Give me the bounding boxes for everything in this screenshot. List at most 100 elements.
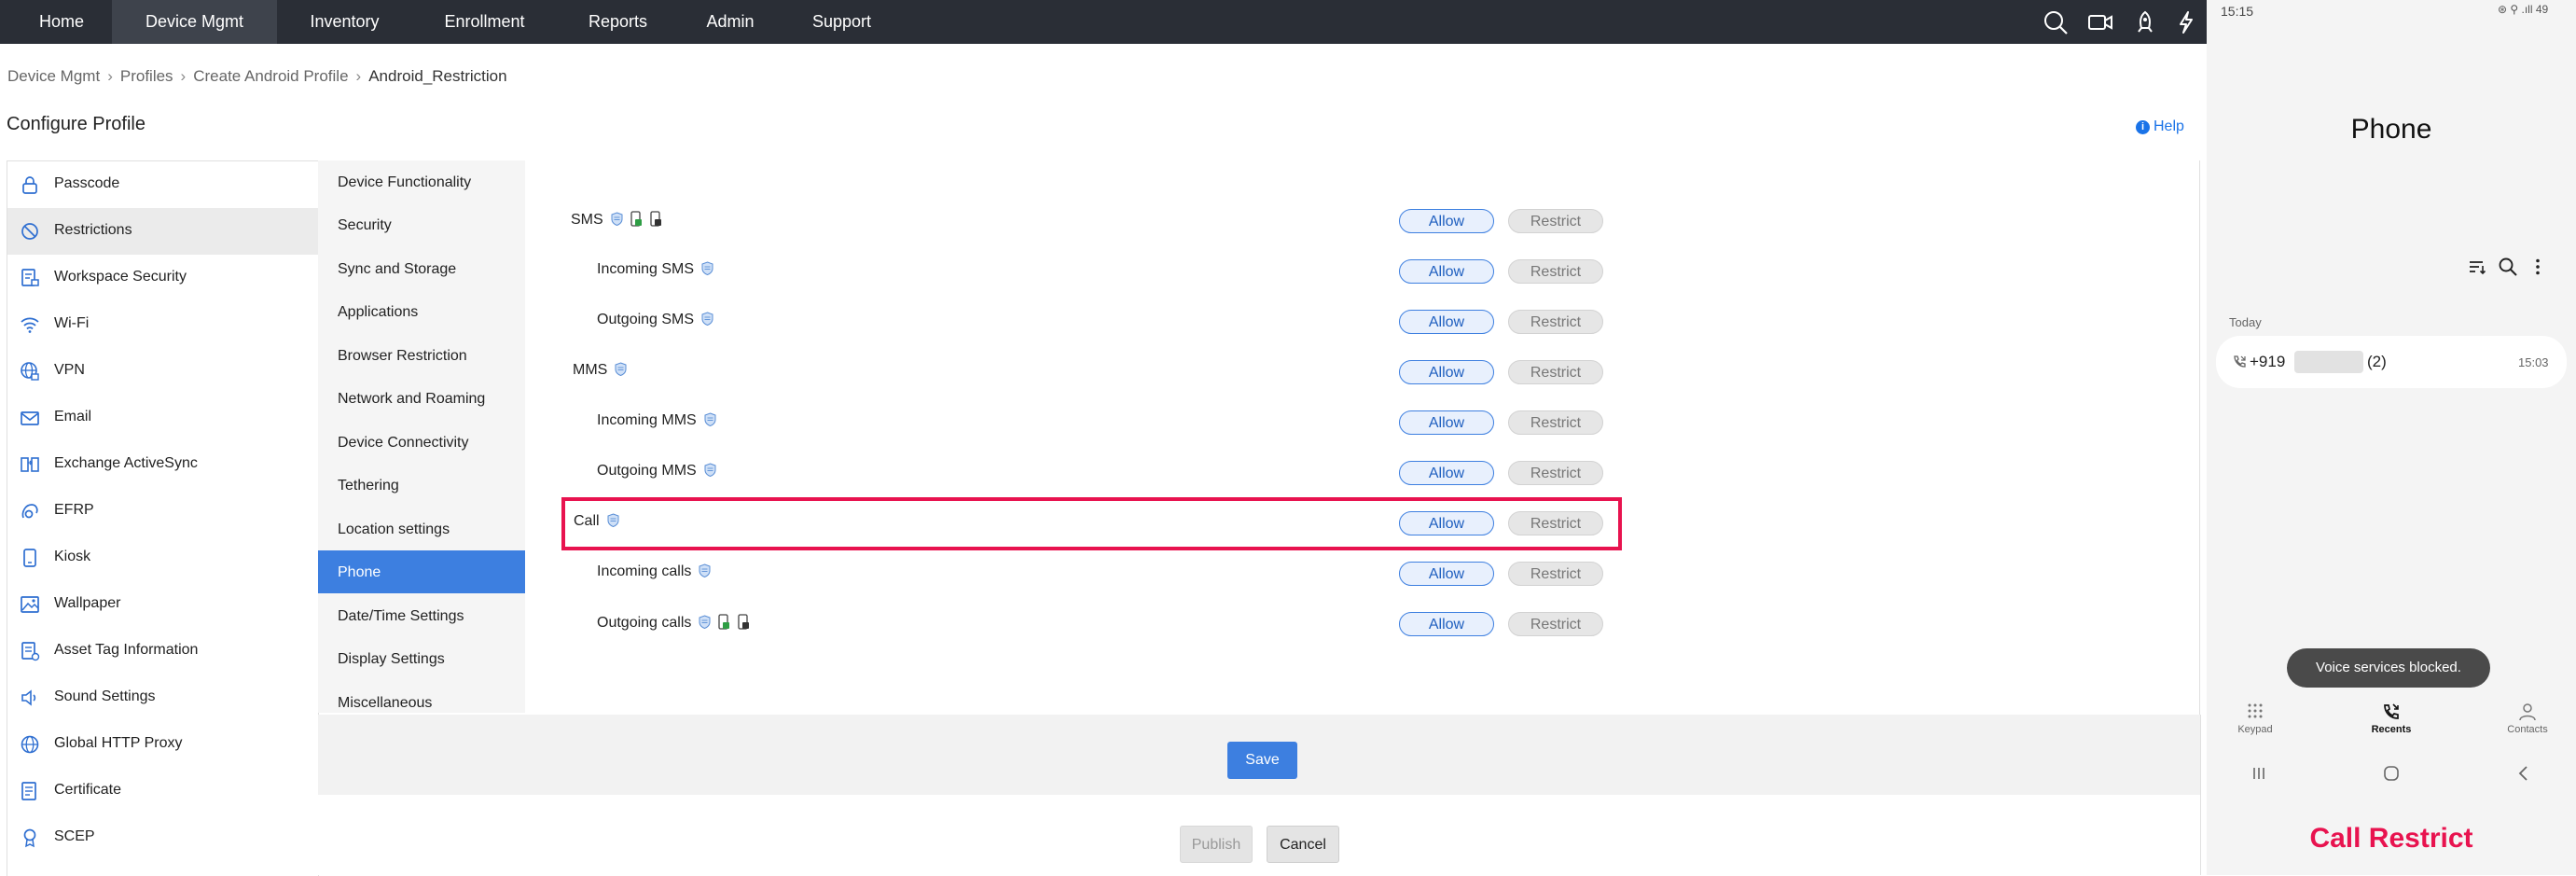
category-label: Network and Roaming — [338, 391, 486, 407]
incoming-mms-allow-button[interactable]: Allow — [1399, 410, 1494, 435]
payload-sound-settings[interactable]: Sound Settings — [7, 674, 318, 721]
sms-allow-button[interactable]: Allow — [1399, 209, 1494, 233]
contacts-icon — [2519, 703, 2536, 721]
badge-icon — [20, 827, 40, 848]
setting-row-mms: MMS — [573, 362, 627, 379]
category-label: Display Settings — [338, 651, 445, 667]
outgoing-calls-restrict-button[interactable]: Restrict — [1508, 612, 1603, 636]
tab-keypad[interactable]: Keypad — [2213, 702, 2297, 735]
category-applications[interactable]: Applications — [318, 290, 525, 333]
publish-button[interactable]: Publish — [1180, 826, 1253, 863]
outgoing-mms-allow-button[interactable]: Allow — [1399, 461, 1494, 485]
phone-app-title: Phone — [2350, 114, 2432, 145]
video-icon[interactable] — [2087, 9, 2113, 35]
setting-label: Outgoing MMS — [597, 463, 697, 479]
certificate-icon — [20, 781, 40, 801]
globe-lock-icon — [20, 361, 40, 382]
sms-restrict-button[interactable]: Restrict — [1508, 209, 1603, 233]
more-options-icon[interactable] — [2528, 257, 2548, 277]
incoming-calls-restrict-button[interactable]: Restrict — [1508, 562, 1603, 586]
outgoing-calls-allow-button[interactable]: Allow — [1399, 612, 1494, 636]
category-datetime-settings[interactable]: Date/Time Settings — [318, 594, 525, 637]
nav-home[interactable]: Home — [17, 0, 106, 44]
breadcrumb-create-profile[interactable]: Create Android Profile — [193, 67, 348, 85]
payload-exchange-activesync[interactable]: Exchange ActiveSync — [7, 441, 318, 488]
mms-allow-button[interactable]: Allow — [1399, 360, 1494, 384]
image-icon — [20, 594, 40, 615]
breadcrumb-profiles[interactable]: Profiles — [120, 67, 173, 85]
nav-inventory[interactable]: Inventory — [277, 0, 412, 44]
nav-device-mgmt[interactable]: Device Mgmt — [112, 0, 277, 44]
payload-vpn[interactable]: VPN — [7, 348, 318, 395]
recent-call-item[interactable]: +919 (2) 15:03 — [2216, 336, 2567, 388]
search-icon[interactable] — [2043, 9, 2069, 35]
mms-restrict-button[interactable]: Restrict — [1508, 360, 1603, 384]
payload-label: VPN — [54, 362, 85, 378]
payload-asset-tag[interactable]: Asset Tag Information — [7, 628, 318, 674]
help-link[interactable]: i Help — [2136, 118, 2184, 135]
setting-label: Incoming calls — [597, 563, 692, 579]
payload-wallpaper[interactable]: Wallpaper — [7, 581, 318, 628]
category-sync-storage[interactable]: Sync and Storage — [318, 247, 525, 290]
mail-icon — [20, 408, 40, 428]
speaker-icon — [20, 688, 40, 708]
payload-global-http-proxy[interactable]: Global HTTP Proxy — [7, 721, 318, 768]
payload-scep[interactable]: SCEP — [7, 814, 318, 861]
recent-apps-icon[interactable] — [2248, 762, 2270, 785]
payload-label: Wi-Fi — [54, 315, 90, 331]
payload-label: Global HTTP Proxy — [54, 735, 183, 751]
home-icon[interactable] — [2380, 762, 2403, 785]
payload-label: Restrictions — [54, 222, 132, 238]
save-button[interactable]: Save — [1227, 742, 1297, 779]
section-header-today: Today — [2229, 315, 2262, 329]
setting-label: MMS — [573, 362, 608, 378]
payload-email[interactable]: Email — [7, 395, 318, 441]
cancel-button[interactable]: Cancel — [1267, 826, 1339, 863]
payload-kiosk[interactable]: Kiosk — [7, 535, 318, 581]
caption-call-restrict: Call Restrict — [2309, 823, 2473, 854]
payload-wifi[interactable]: Wi-Fi — [7, 301, 318, 348]
payload-label: Asset Tag Information — [54, 642, 199, 658]
category-label: Date/Time Settings — [338, 608, 464, 624]
category-browser-restriction[interactable]: Browser Restriction — [318, 334, 525, 377]
payload-efrp[interactable]: EFRP — [7, 488, 318, 535]
breadcrumb-device-mgmt[interactable]: Device Mgmt — [7, 67, 100, 85]
caller-number: +919 — [2250, 353, 2286, 370]
category-label: Device Connectivity — [338, 435, 469, 451]
incoming-calls-allow-button[interactable]: Allow — [1399, 562, 1494, 586]
category-device-connectivity[interactable]: Device Connectivity — [318, 421, 525, 464]
incoming-sms-allow-button[interactable]: Allow — [1399, 259, 1494, 284]
incoming-sms-restrict-button[interactable]: Restrict — [1508, 259, 1603, 284]
call-restrict-button[interactable]: Restrict — [1508, 511, 1603, 535]
nav-enrollment[interactable]: Enrollment — [412, 0, 557, 44]
lightning-icon[interactable] — [2173, 9, 2199, 35]
outgoing-sms-allow-button[interactable]: Allow — [1399, 310, 1494, 334]
call-allow-button[interactable]: Allow — [1399, 511, 1494, 535]
payload-certificate[interactable]: Certificate — [7, 768, 318, 814]
category-location-settings[interactable]: Location settings — [318, 508, 525, 550]
category-tethering[interactable]: Tethering — [318, 464, 525, 507]
nav-admin[interactable]: Admin — [679, 0, 782, 44]
outgoing-mms-restrict-button[interactable]: Restrict — [1508, 461, 1603, 485]
payload-workspace-security[interactable]: Workspace Security — [7, 255, 318, 301]
call-time: 15:03 — [2518, 355, 2549, 369]
payload-restrictions[interactable]: Restrictions — [7, 208, 318, 255]
category-device-functionality[interactable]: Device Functionality — [318, 160, 525, 203]
rocket-icon[interactable] — [2132, 9, 2158, 35]
category-display-settings[interactable]: Display Settings — [318, 637, 525, 680]
incoming-mms-restrict-button[interactable]: Restrict — [1508, 410, 1603, 435]
category-network-roaming[interactable]: Network and Roaming — [318, 377, 525, 420]
tab-recents[interactable]: Recents — [2349, 702, 2433, 735]
filter-icon[interactable] — [2467, 257, 2487, 277]
payload-passcode[interactable]: Passcode — [7, 161, 318, 208]
tab-contacts[interactable]: Contacts — [2486, 702, 2569, 735]
setting-row-sms: SMS — [571, 211, 662, 229]
nav-reports[interactable]: Reports — [557, 0, 679, 44]
category-label: Location settings — [338, 521, 450, 537]
outgoing-sms-restrict-button[interactable]: Restrict — [1508, 310, 1603, 334]
category-phone[interactable]: Phone — [318, 550, 525, 593]
back-icon[interactable] — [2513, 762, 2535, 785]
category-security[interactable]: Security — [318, 203, 525, 246]
search-icon[interactable] — [2498, 257, 2518, 277]
nav-support[interactable]: Support — [782, 0, 902, 44]
